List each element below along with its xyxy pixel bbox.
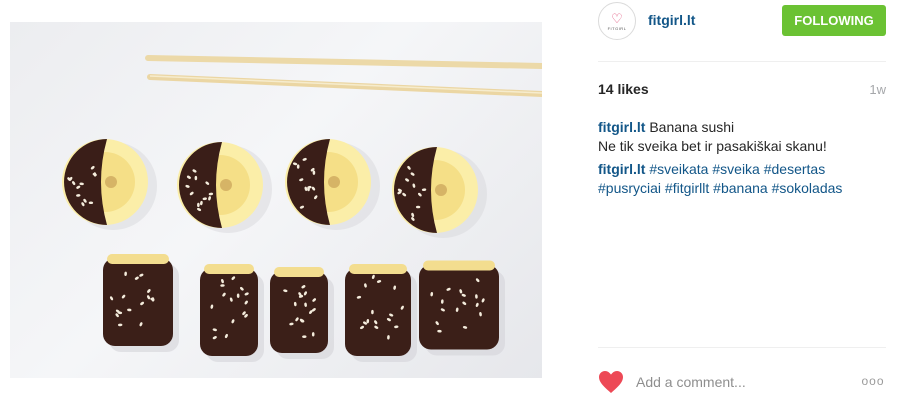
- chocolate-piece: [200, 268, 258, 356]
- banana-top: [349, 264, 407, 274]
- post-photo[interactable]: [10, 22, 542, 378]
- comment-username-link[interactable]: fitgirl.lt: [598, 161, 645, 177]
- sesame-seed: [194, 175, 198, 181]
- chocolate-piece: [270, 271, 328, 353]
- comment-bar: ooo: [598, 366, 886, 398]
- hashtag-link[interactable]: #sokoladas: [772, 180, 843, 196]
- caption-text: Banana sushi: [649, 119, 735, 135]
- post-header: ♡ FITGIRL fitgirl.lt FOLLOWING: [598, 0, 886, 42]
- banana-center: [328, 176, 340, 188]
- chopstick: [147, 74, 542, 97]
- hashtag-link[interactable]: #pusryciai: [598, 180, 661, 196]
- chopstick-highlight: [149, 75, 542, 94]
- post-time[interactable]: 1w: [869, 82, 886, 97]
- caption-line-2: Ne tik sveika bet ir pasakiškai skanu!: [598, 138, 827, 154]
- chocolate-coating: [179, 142, 222, 228]
- chocolate-coating: [64, 139, 107, 225]
- caption-username-link[interactable]: fitgirl.lt: [598, 119, 645, 135]
- avatar-logo-text: FITGIRL: [607, 25, 627, 31]
- hashtag-link[interactable]: #sveika: [712, 161, 759, 177]
- username-link[interactable]: fitgirl.lt: [648, 12, 695, 28]
- hashtag-link[interactable]: #fitgirllt: [665, 180, 709, 196]
- avatar[interactable]: ♡ FITGIRL: [598, 2, 636, 40]
- banana-center: [220, 179, 232, 191]
- banana-top: [423, 260, 495, 271]
- chocolate-piece: [103, 258, 173, 346]
- likes-count[interactable]: 14 likes: [598, 81, 649, 97]
- caption: fitgirl.lt Banana sushi Ne tik sveika be…: [598, 118, 886, 156]
- chopstick: [145, 55, 542, 69]
- divider: [598, 61, 886, 62]
- more-options-icon[interactable]: ooo: [860, 370, 886, 392]
- add-comment-input[interactable]: [636, 373, 846, 391]
- divider: [598, 347, 886, 348]
- banana-top: [204, 264, 254, 274]
- like-heart-icon[interactable]: [598, 370, 624, 394]
- banana-top: [107, 254, 169, 264]
- chocolate-coating: [287, 139, 330, 225]
- banana-center: [105, 176, 117, 188]
- following-button[interactable]: FOLLOWING: [782, 5, 886, 36]
- post-sidebar: ♡ FITGIRL fitgirl.lt FOLLOWING 14 likes …: [598, 0, 900, 409]
- hashtag-comment: fitgirl.lt #sveikata #sveika #desertas #…: [598, 160, 886, 198]
- banana-sushi-image: [62, 55, 542, 362]
- hashtag-link[interactable]: #sveikata: [649, 161, 708, 177]
- heart-logo-icon: ♡: [611, 10, 623, 26]
- banana-center: [435, 184, 447, 196]
- hashtag-link[interactable]: #desertas: [764, 161, 825, 177]
- banana-top: [274, 267, 324, 277]
- chocolate-piece: [419, 264, 499, 350]
- hashtag-link[interactable]: #banana: [713, 180, 768, 196]
